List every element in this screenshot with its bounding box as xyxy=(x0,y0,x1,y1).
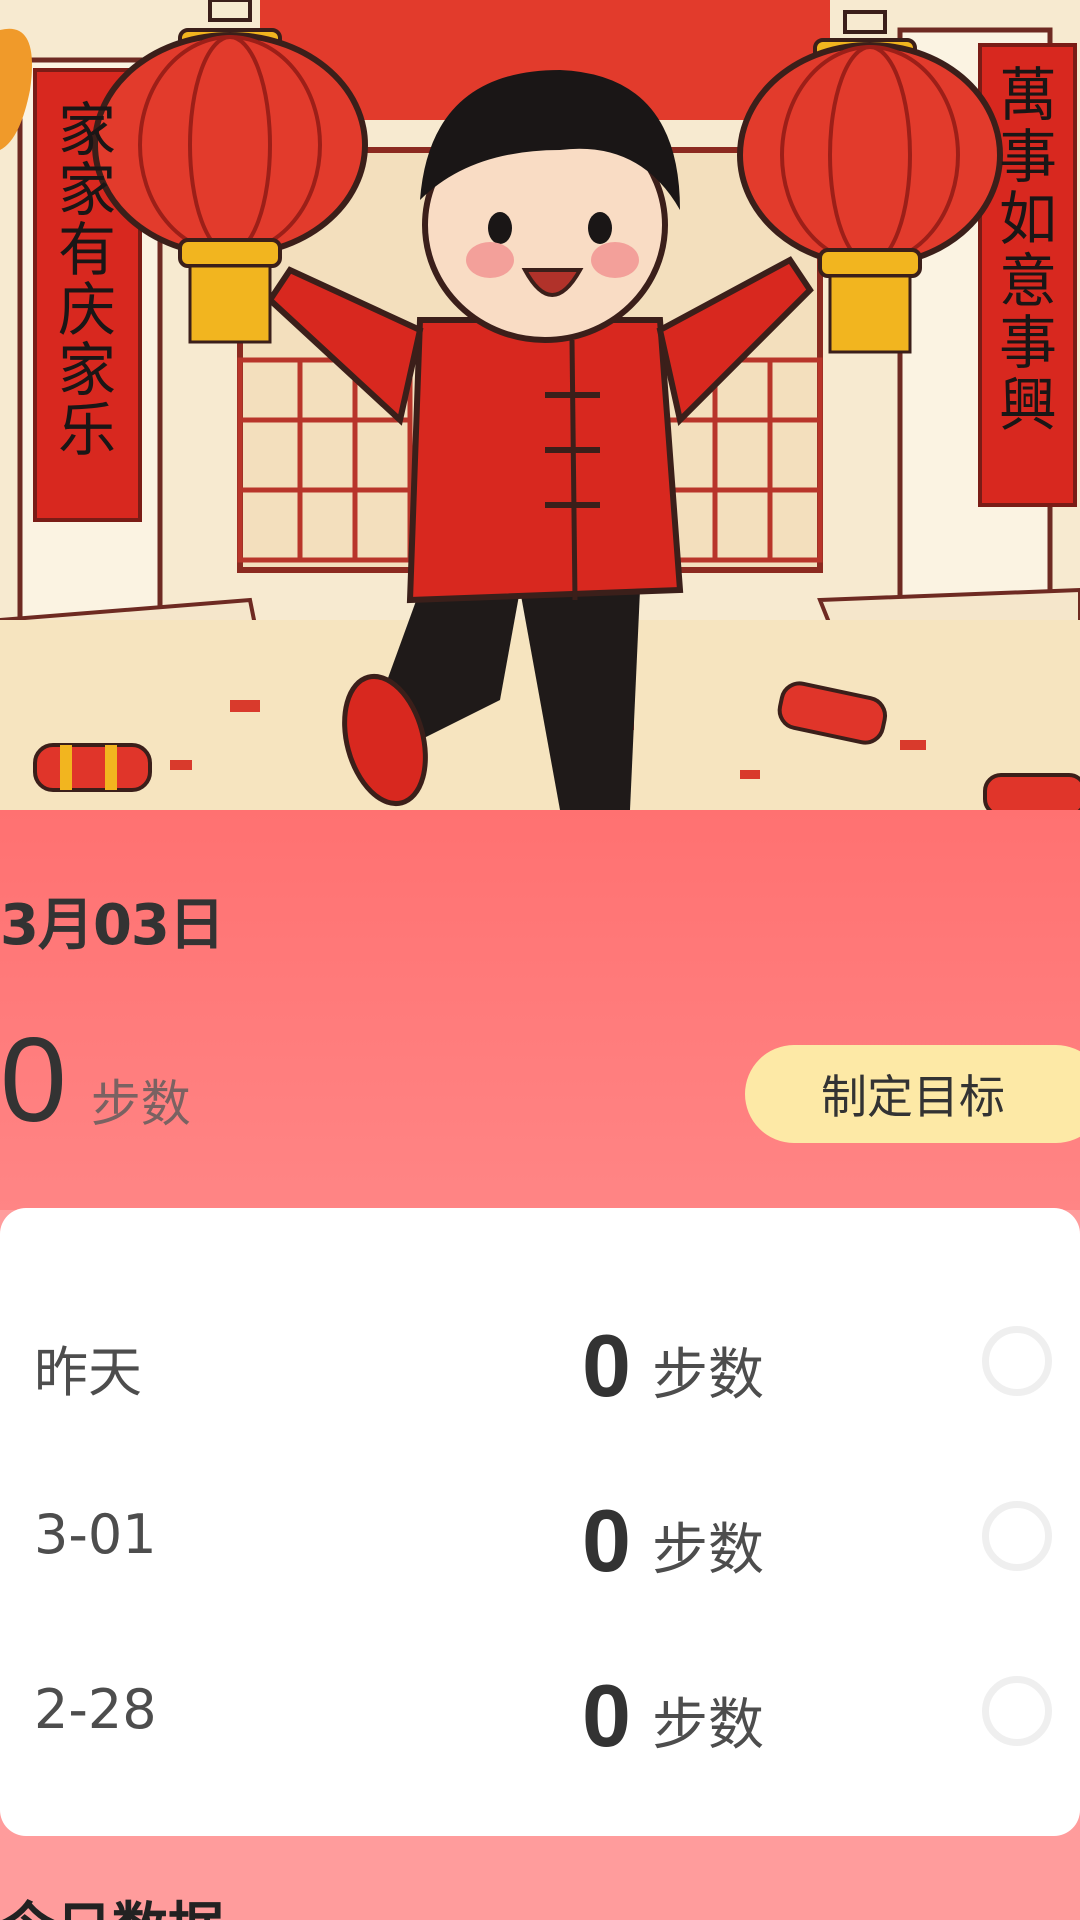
history-row[interactable]: 昨天 0 步数 xyxy=(0,1308,1080,1428)
history-check-circle[interactable] xyxy=(982,1676,1052,1746)
history-check-circle[interactable] xyxy=(982,1326,1052,1396)
today-steps-value: 0 xyxy=(0,1013,67,1147)
history-steps-value: 0 xyxy=(582,1491,631,1590)
history-steps-unit: 步数 xyxy=(652,1693,764,1758)
couplet-right-text: 萬事如意事興 xyxy=(999,61,1057,439)
history-steps-unit: 步数 xyxy=(652,1343,764,1408)
section-title: 今日数据 xyxy=(0,1884,224,1920)
history-row[interactable]: 3-01 0 步数 xyxy=(0,1483,1080,1603)
history-row[interactable]: 2-28 0 步数 xyxy=(0,1658,1080,1778)
couplet-left-text: 家家有庆家乐 xyxy=(58,96,116,464)
current-date: 3月03日 xyxy=(0,893,225,958)
today-steps-unit: 步数 xyxy=(90,1075,191,1133)
history-day: 昨天 xyxy=(34,1341,142,1404)
new-year-banner-image: 家家有庆家乐 萬事如意事興 xyxy=(0,0,1080,810)
history-steps-unit: 步数 xyxy=(652,1518,764,1583)
set-goal-button[interactable]: 制定目标 xyxy=(745,1045,1080,1143)
step-history-card: 昨天 0 步数 3-01 0 步数 2-28 0 步数 xyxy=(0,1208,1080,1836)
history-steps-value: 0 xyxy=(582,1666,631,1765)
step-counter-page: 家家有庆家乐 萬事如意事興 3月03日 0 步数 制定目标 昨天 0 步数 3-… xyxy=(0,0,1080,1920)
history-day: 3-01 xyxy=(34,1503,157,1566)
history-check-circle[interactable] xyxy=(982,1501,1052,1571)
today-steps-display: 0 步数 xyxy=(0,1020,191,1160)
history-steps-value: 0 xyxy=(582,1316,631,1415)
history-day: 2-28 xyxy=(34,1678,157,1741)
